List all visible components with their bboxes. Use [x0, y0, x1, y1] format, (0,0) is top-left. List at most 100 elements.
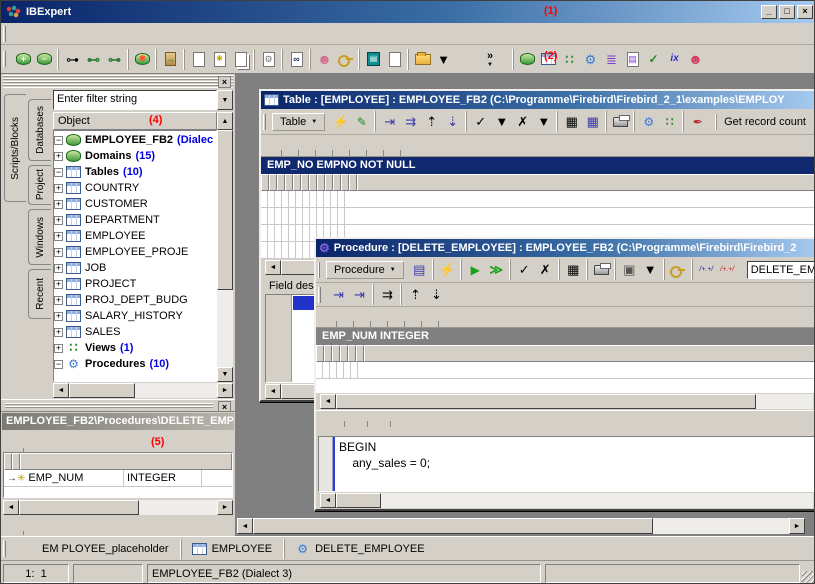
- grid-cell[interactable]: [317, 208, 324, 225]
- grid-cell[interactable]: [303, 242, 310, 259]
- grid-cell[interactable]: [316, 362, 323, 379]
- parameter-row[interactable]: EMP_NUM INTEGER: [4, 470, 232, 487]
- tree-item[interactable]: JOB: [54, 260, 216, 276]
- toolbar-icon[interactable]: ∞: [286, 49, 307, 70]
- tree-item[interactable]: DEPARTMENT: [54, 212, 216, 228]
- menu-item[interactable]: [58, 31, 74, 37]
- menu-item[interactable]: [90, 31, 106, 37]
- toolbar-icon[interactable]: ⇡: [405, 284, 426, 305]
- grid-cell[interactable]: [268, 225, 275, 242]
- toolbar-icon[interactable]: →: [160, 49, 181, 70]
- grid-cell[interactable]: [310, 208, 317, 225]
- toolbar-icon[interactable]: ✒: [687, 111, 708, 132]
- toolbar-icon[interactable]: [668, 259, 689, 280]
- grid-cell[interactable]: [275, 208, 282, 225]
- column-header[interactable]: [277, 174, 285, 191]
- grid-cell[interactable]: [268, 208, 275, 225]
- toolbar-icon[interactable]: ⊷: [83, 49, 104, 70]
- toolbar-icon[interactable]: ≣: [601, 49, 622, 70]
- procedure-window-tab[interactable]: [404, 321, 421, 327]
- code-line[interactable]: BEGIN: [335, 439, 814, 455]
- grid-cell[interactable]: [317, 191, 324, 208]
- procedure-window-tab[interactable]: [438, 321, 455, 327]
- tree-scroll-left-icon[interactable]: ◄: [53, 383, 69, 398]
- tree-item[interactable]: SALES: [54, 324, 216, 340]
- table-dropdown-button[interactable]: Table ▼: [272, 113, 325, 131]
- tree-expander-icon[interactable]: [54, 168, 63, 177]
- toolbar-grip[interactable]: [3, 51, 6, 67]
- maximize-button[interactable]: □: [779, 5, 795, 19]
- code-line[interactable]: any_sales = 0;: [335, 455, 814, 471]
- dock-splitter[interactable]: ×: [1, 399, 235, 411]
- grid-cell[interactable]: [323, 362, 330, 379]
- grid-cell[interactable]: [282, 225, 289, 242]
- get-record-count-button[interactable]: Get record count: [716, 114, 813, 130]
- toolbar-icon[interactable]: ▤: [622, 49, 643, 70]
- grid-cell[interactable]: [303, 208, 310, 225]
- window-bar-item[interactable]: EM PLOYEE_placeholder: [12, 539, 179, 559]
- column-header[interactable]: [341, 174, 349, 191]
- tree-expander-icon[interactable]: [54, 184, 63, 193]
- scroll-right-icon[interactable]: ►: [789, 518, 805, 534]
- tree-item[interactable]: PROJECT: [54, 276, 216, 292]
- tree-scroll-right-icon[interactable]: ►: [217, 383, 233, 398]
- toolbar-icon[interactable]: ▶: [465, 259, 486, 280]
- toolbar-icon[interactable]: ✱: [132, 49, 153, 70]
- grid-cell[interactable]: [296, 242, 303, 259]
- table-window-tab[interactable]: [315, 150, 332, 156]
- grid-cell[interactable]: [331, 191, 338, 208]
- grid-cell[interactable]: [289, 191, 296, 208]
- column-header[interactable]: [317, 174, 325, 191]
- tree-expander-icon[interactable]: [54, 296, 63, 305]
- scroll-left-icon[interactable]: ◄: [320, 394, 336, 409]
- grid-cell[interactable]: [261, 242, 268, 259]
- grid-cell[interactable]: [289, 225, 296, 242]
- grid-cell[interactable]: [289, 208, 296, 225]
- title-bar[interactable]: IBExpert (1) _ □ ×: [1, 1, 815, 23]
- toolbar-icon[interactable]: ▼: [433, 49, 454, 70]
- scroll-right-icon[interactable]: ►: [217, 500, 233, 515]
- column-header[interactable]: [325, 174, 333, 191]
- toolbar-icon[interactable]: ⇉: [400, 111, 421, 132]
- grid-cell[interactable]: [338, 208, 345, 225]
- toolbar-icon[interactable]: ix: [664, 49, 685, 70]
- toolbar-icon[interactable]: /+.+/: [696, 259, 717, 280]
- minimize-button[interactable]: _: [761, 5, 777, 19]
- toolbar-icon[interactable]: [591, 259, 612, 280]
- menu-item[interactable]: [106, 31, 122, 37]
- parameter-row[interactable]: [316, 362, 815, 379]
- grid-cell[interactable]: [296, 225, 303, 242]
- grid-cell[interactable]: [268, 242, 275, 259]
- tree-item[interactable]: EMPLOYEE_FB2 (Dialec: [54, 132, 216, 148]
- toolbar-icon[interactable]: ▦: [563, 259, 584, 280]
- grid-cell[interactable]: [303, 191, 310, 208]
- menu-item[interactable]: [122, 31, 138, 37]
- toolbar-icon[interactable]: +: [13, 49, 34, 70]
- mdi-scroll-thumb[interactable]: [253, 518, 653, 534]
- tree-item[interactable]: Tables (10): [54, 164, 216, 180]
- tree-scroll-thumb[interactable]: [217, 130, 233, 290]
- grid-cell[interactable]: [275, 242, 282, 259]
- toolbar-icon[interactable]: ☻: [314, 49, 335, 70]
- table-window-tab[interactable]: [383, 150, 400, 156]
- grid-cell[interactable]: [296, 191, 303, 208]
- grid-cell[interactable]: [303, 225, 310, 242]
- filter-dropdown-icon[interactable]: ▼: [217, 90, 233, 110]
- grid-cell[interactable]: [289, 242, 296, 259]
- tree-item[interactable]: COUNTRY: [54, 180, 216, 196]
- column-header[interactable]: [4, 453, 12, 470]
- sql-assistant-scrollbar[interactable]: ◄ ►: [3, 500, 233, 515]
- filter-input[interactable]: Enter filter string: [53, 90, 217, 110]
- tree-item[interactable]: Domains (15): [54, 148, 216, 164]
- tree-expander-icon[interactable]: [54, 232, 63, 241]
- parameters-grid-scrollbar[interactable]: ◄: [320, 394, 813, 409]
- grid-cell[interactable]: [338, 191, 345, 208]
- grid-cell[interactable]: [282, 191, 289, 208]
- toolbar-icon[interactable]: ⊶: [104, 49, 125, 70]
- toolbar-icon[interactable]: ⇥: [379, 111, 400, 132]
- toolbar-icon[interactable]: [412, 49, 433, 70]
- object-column-header[interactable]: Object (4): [53, 112, 217, 130]
- tree-expander-icon[interactable]: [54, 280, 63, 289]
- grid-cell[interactable]: [324, 208, 331, 225]
- tree-expander-icon[interactable]: [54, 328, 63, 337]
